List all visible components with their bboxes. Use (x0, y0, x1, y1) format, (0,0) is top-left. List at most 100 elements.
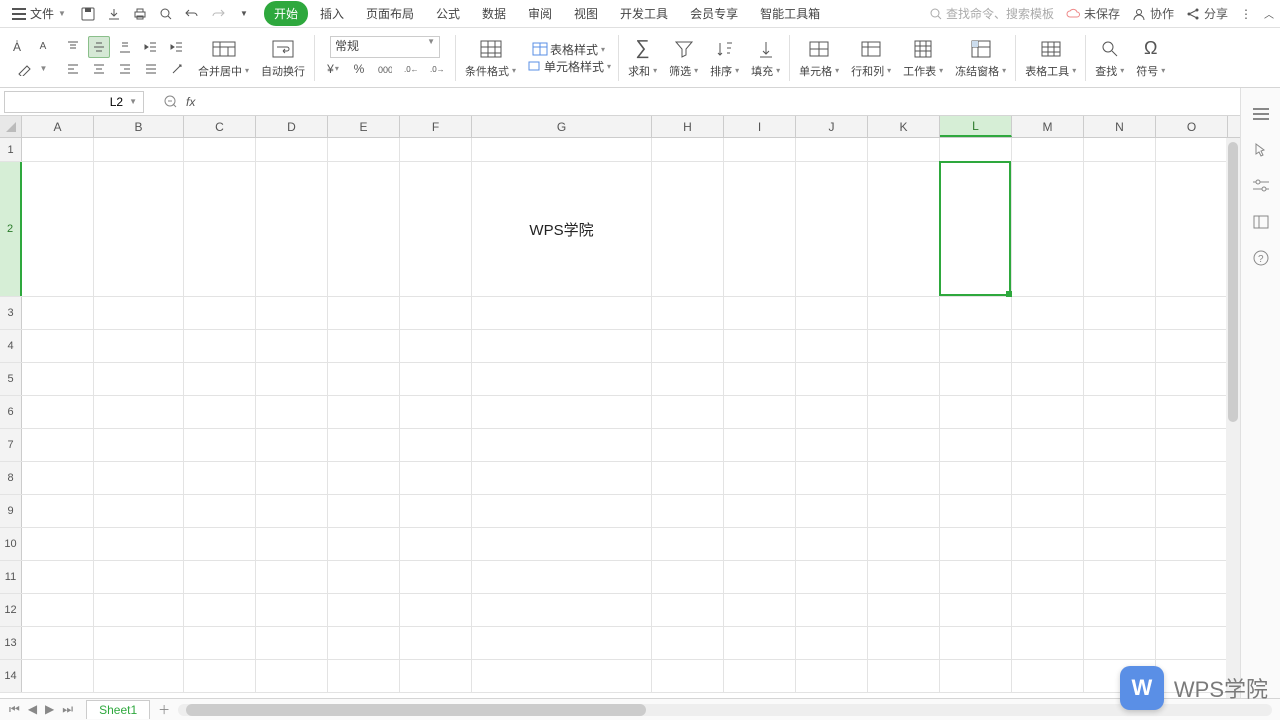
justify-icon[interactable] (140, 58, 162, 80)
cancel-fx-icon[interactable] (164, 95, 178, 109)
cell[interactable] (184, 627, 256, 659)
conditional-format-button[interactable]: 条件格式▾ (459, 37, 522, 79)
cell[interactable] (1084, 138, 1156, 161)
cell[interactable] (796, 495, 868, 527)
cell[interactable] (1012, 396, 1084, 428)
cell-button[interactable]: 单元格▾ (793, 37, 845, 79)
cell[interactable] (652, 462, 724, 494)
cell[interactable] (94, 561, 184, 593)
cell[interactable] (328, 297, 400, 329)
font-decrease-icon[interactable]: A (32, 36, 54, 58)
sum-button[interactable]: ∑求和▾ (622, 37, 663, 79)
side-select-icon[interactable] (1251, 140, 1271, 160)
cell[interactable] (1012, 495, 1084, 527)
cell[interactable] (22, 162, 94, 296)
cell[interactable] (724, 528, 796, 560)
cell[interactable] (1012, 297, 1084, 329)
add-sheet-icon[interactable]: ＋ (158, 701, 170, 718)
cell[interactable] (940, 330, 1012, 362)
align-right-icon[interactable] (114, 58, 136, 80)
cell[interactable] (1012, 330, 1084, 362)
cell[interactable] (400, 528, 472, 560)
cell[interactable] (22, 627, 94, 659)
sheet-next-icon[interactable]: ▶ (42, 702, 57, 717)
cell[interactable] (652, 138, 724, 161)
cell[interactable] (868, 297, 940, 329)
tab-view[interactable]: 视图 (564, 1, 608, 26)
align-left-icon[interactable] (62, 58, 84, 80)
col-header-M[interactable]: M (1012, 116, 1084, 137)
row-header[interactable]: 13 (0, 627, 22, 659)
cell[interactable] (472, 528, 652, 560)
cell-style-button[interactable]: 单元格样式 (544, 58, 604, 75)
cell[interactable] (22, 594, 94, 626)
cell[interactable] (400, 429, 472, 461)
fx-icon[interactable]: fx (186, 95, 195, 109)
cell[interactable] (256, 594, 328, 626)
cell[interactable] (328, 138, 400, 161)
cell[interactable] (184, 495, 256, 527)
cell[interactable] (256, 627, 328, 659)
collab-button[interactable]: 协作 (1132, 5, 1174, 22)
redo-icon[interactable] (210, 6, 226, 22)
row-header[interactable]: 7 (0, 429, 22, 461)
cell[interactable] (652, 561, 724, 593)
col-header-H[interactable]: H (652, 116, 724, 137)
cell[interactable] (94, 396, 184, 428)
col-header-I[interactable]: I (724, 116, 796, 137)
select-all-corner[interactable] (0, 116, 22, 137)
cell[interactable] (940, 363, 1012, 395)
cell[interactable] (1084, 297, 1156, 329)
cell[interactable] (724, 363, 796, 395)
cell[interactable] (724, 462, 796, 494)
hscroll-thumb[interactable] (186, 704, 646, 716)
cell[interactable] (94, 528, 184, 560)
row-header[interactable]: 10 (0, 528, 22, 560)
cell[interactable] (184, 330, 256, 362)
cell[interactable] (940, 396, 1012, 428)
cell[interactable] (472, 627, 652, 659)
sheet-tab[interactable]: Sheet1 (86, 700, 150, 719)
cell[interactable] (472, 363, 652, 395)
cell[interactable] (400, 297, 472, 329)
cell[interactable] (328, 594, 400, 626)
cell[interactable] (1084, 561, 1156, 593)
cell[interactable] (724, 138, 796, 161)
cell[interactable] (22, 297, 94, 329)
cell[interactable] (256, 162, 328, 296)
cell[interactable] (184, 528, 256, 560)
cell[interactable]: WPS学院 (472, 162, 652, 296)
cell[interactable] (724, 297, 796, 329)
tab-data[interactable]: 数据 (472, 1, 516, 26)
cell[interactable] (472, 495, 652, 527)
cell[interactable] (1156, 162, 1228, 296)
decrease-decimal-icon[interactable]: .0→ (426, 58, 448, 80)
cell[interactable] (184, 363, 256, 395)
cell[interactable] (796, 162, 868, 296)
cell[interactable] (472, 396, 652, 428)
col-header-B[interactable]: B (94, 116, 184, 137)
col-header-N[interactable]: N (1084, 116, 1156, 137)
cell[interactable] (1012, 627, 1084, 659)
preview-icon[interactable] (158, 6, 174, 22)
cell[interactable] (652, 396, 724, 428)
cell[interactable] (940, 627, 1012, 659)
sheet-first-icon[interactable]: ⏮ (6, 702, 23, 717)
cell[interactable] (472, 594, 652, 626)
cell[interactable] (940, 660, 1012, 692)
more-menu-icon[interactable]: ⋮ (1240, 7, 1252, 21)
cell[interactable] (22, 138, 94, 161)
row-header[interactable]: 14 (0, 660, 22, 692)
cell[interactable] (868, 138, 940, 161)
symbol-button[interactable]: Ω符号▾ (1130, 37, 1171, 79)
align-top-icon[interactable] (62, 36, 84, 58)
cell[interactable] (796, 660, 868, 692)
cell[interactable] (328, 396, 400, 428)
cell[interactable] (184, 162, 256, 296)
save-icon[interactable] (80, 6, 96, 22)
cell[interactable] (256, 297, 328, 329)
font-increase-icon[interactable]: A̍ (6, 36, 28, 58)
currency-icon[interactable]: ¥▾ (322, 58, 344, 80)
dropdown-icon[interactable]: ▼ (40, 64, 48, 73)
cell[interactable] (256, 495, 328, 527)
